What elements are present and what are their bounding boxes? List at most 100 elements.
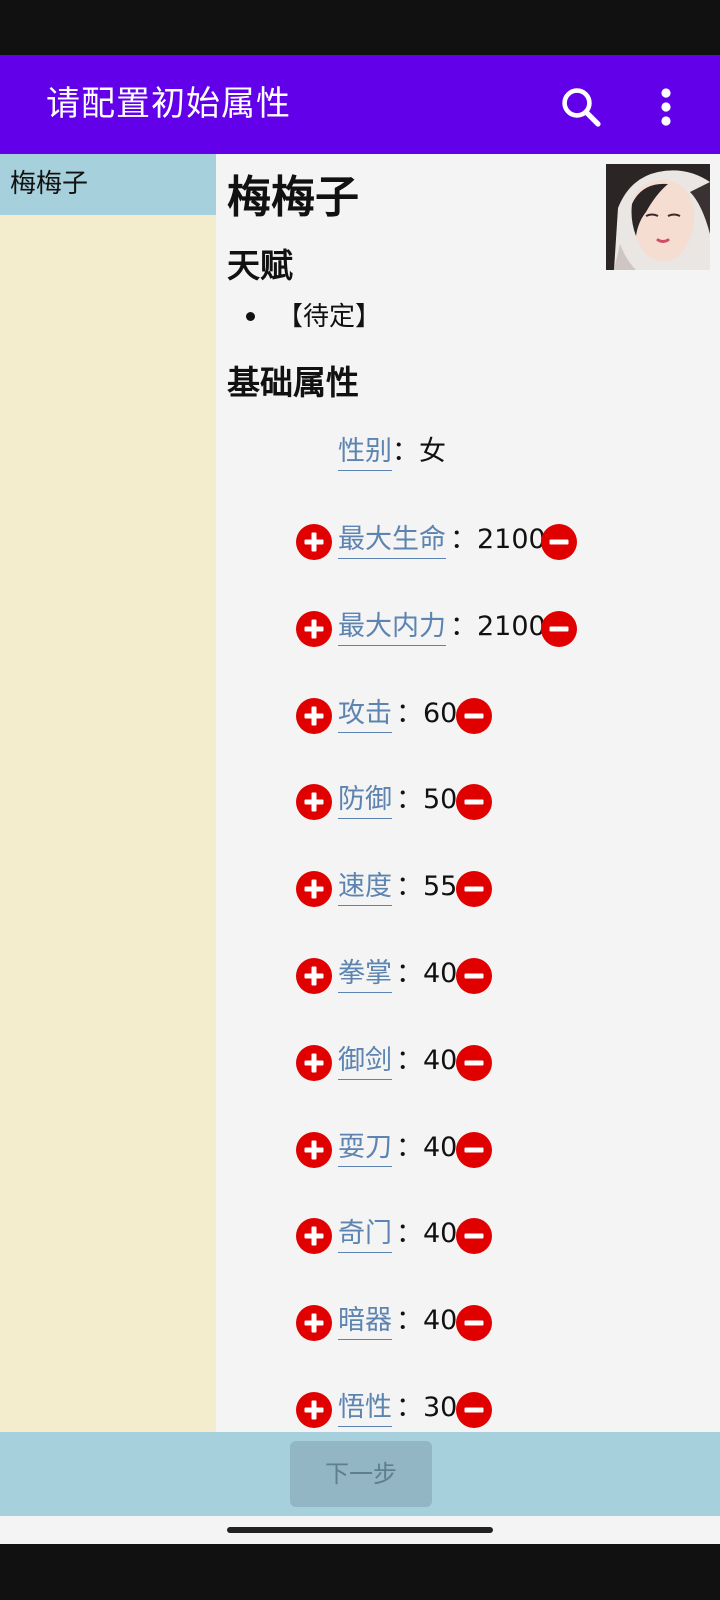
attribute-row: 拳掌 ：40 <box>216 954 720 998</box>
increase-button[interactable] <box>296 871 332 907</box>
attribute-row: 攻击 ：60 <box>216 694 720 738</box>
colon: ： <box>396 1218 423 1249</box>
character-list-item-label: 梅梅子 <box>10 169 89 199</box>
minus-icon <box>456 1045 492 1081</box>
character-name: 梅梅子 <box>227 172 359 223</box>
attribute-row: 御剑 ：40 <box>216 1041 720 1085</box>
attribute-value: 60 <box>423 698 458 729</box>
decrease-button[interactable] <box>456 871 492 907</box>
basic-attributes-heading: 基础属性 <box>227 363 359 402</box>
colon: ： <box>396 1045 423 1076</box>
talent-heading: 天赋 <box>227 246 293 285</box>
decrease-button[interactable] <box>541 611 577 647</box>
decrease-button[interactable] <box>456 1218 492 1254</box>
colon: ： <box>396 698 423 729</box>
attribute-label[interactable]: 最大生命 <box>338 522 446 559</box>
app-bar: 请配置初始属性 <box>0 55 720 154</box>
attribute-row: 耍刀 ：40 <box>216 1128 720 1172</box>
gender-value: 女 <box>419 436 446 467</box>
attribute-row: 防御 ：50 <box>216 780 720 824</box>
attribute-value: 40 <box>423 1218 458 1249</box>
character-list: 梅梅子 <box>0 154 216 1432</box>
talent-item: 【待定】 <box>277 302 382 332</box>
colon: ： <box>396 784 423 815</box>
attribute-value: 40 <box>423 1132 458 1163</box>
plus-icon <box>296 784 332 820</box>
increase-button[interactable] <box>296 698 332 734</box>
attribute-row: 奇门 ：40 <box>216 1214 720 1258</box>
more-vert-icon[interactable] <box>648 83 684 131</box>
decrease-button[interactable] <box>456 1305 492 1341</box>
plus-icon <box>296 1045 332 1081</box>
attribute-label[interactable]: 攻击 <box>338 696 392 733</box>
attribute-label[interactable]: 防御 <box>338 782 392 819</box>
decrease-button[interactable] <box>456 1392 492 1428</box>
colon: ： <box>396 958 423 989</box>
minus-icon <box>456 958 492 994</box>
plus-icon <box>296 698 332 734</box>
home-gesture-handle[interactable] <box>227 1527 493 1533</box>
plus-icon <box>296 1305 332 1341</box>
decrease-button[interactable] <box>456 698 492 734</box>
next-step-button[interactable]: 下一步 <box>290 1441 432 1507</box>
plus-icon <box>296 1218 332 1254</box>
minus-icon <box>541 524 577 560</box>
colon: ： <box>396 1132 423 1163</box>
gender-label[interactable]: 性别 <box>338 434 392 471</box>
plus-icon <box>296 1132 332 1168</box>
colon: ： <box>396 871 423 902</box>
increase-button[interactable] <box>296 1218 332 1254</box>
increase-button[interactable] <box>296 1045 332 1081</box>
plus-icon <box>296 524 332 560</box>
attribute-value: 30 <box>423 1392 458 1423</box>
increase-button[interactable] <box>296 1392 332 1428</box>
increase-button[interactable] <box>296 784 332 820</box>
attribute-label[interactable]: 拳掌 <box>338 956 392 993</box>
increase-button[interactable] <box>296 524 332 560</box>
colon: ： <box>450 611 477 642</box>
minus-icon <box>456 1132 492 1168</box>
increase-button[interactable] <box>296 611 332 647</box>
increase-button[interactable] <box>296 1132 332 1168</box>
minus-icon <box>456 1218 492 1254</box>
attribute-label[interactable]: 悟性 <box>338 1390 392 1427</box>
decrease-button[interactable] <box>456 958 492 994</box>
attribute-row: 暗器 ：40 <box>216 1301 720 1345</box>
plus-icon <box>296 958 332 994</box>
minus-icon <box>456 1392 492 1428</box>
attribute-label[interactable]: 速度 <box>338 869 392 906</box>
colon: ： <box>450 524 477 555</box>
attribute-label[interactable]: 最大内力 <box>338 609 446 646</box>
attribute-label[interactable]: 暗器 <box>338 1303 392 1340</box>
attribute-value: 40 <box>423 958 458 989</box>
minus-icon <box>456 871 492 907</box>
colon: ： <box>392 436 419 467</box>
attribute-value: 40 <box>423 1305 458 1336</box>
character-detail: 梅梅子 天赋 【待定】 基础属性 性别 ：女 最大生命 ：2100 最大内力 ：210… <box>216 154 720 1432</box>
search-icon[interactable] <box>557 83 605 131</box>
attribute-row: 最大生命 ：2100 <box>216 520 720 564</box>
page-title: 请配置初始属性 <box>46 84 291 124</box>
decrease-button[interactable] <box>456 1045 492 1081</box>
attribute-label[interactable]: 御剑 <box>338 1043 392 1080</box>
colon: ： <box>396 1305 423 1336</box>
attribute-value: 55 <box>423 871 458 902</box>
decrease-button[interactable] <box>541 524 577 560</box>
minus-icon <box>456 784 492 820</box>
character-list-item[interactable]: 梅梅子 <box>0 154 216 215</box>
attribute-value: 2100 <box>477 524 546 555</box>
minus-icon <box>541 611 577 647</box>
minus-icon <box>456 698 492 734</box>
attribute-row: 最大内力 ：2100 <box>216 607 720 651</box>
bottom-bar: 下一步 <box>0 1432 720 1516</box>
decrease-button[interactable] <box>456 1132 492 1168</box>
colon: ： <box>396 1392 423 1423</box>
attribute-value: 50 <box>423 784 458 815</box>
increase-button[interactable] <box>296 958 332 994</box>
decrease-button[interactable] <box>456 784 492 820</box>
plus-icon <box>296 871 332 907</box>
attribute-value: 40 <box>423 1045 458 1076</box>
attribute-label[interactable]: 奇门 <box>338 1216 392 1253</box>
increase-button[interactable] <box>296 1305 332 1341</box>
attribute-label[interactable]: 耍刀 <box>338 1130 392 1167</box>
